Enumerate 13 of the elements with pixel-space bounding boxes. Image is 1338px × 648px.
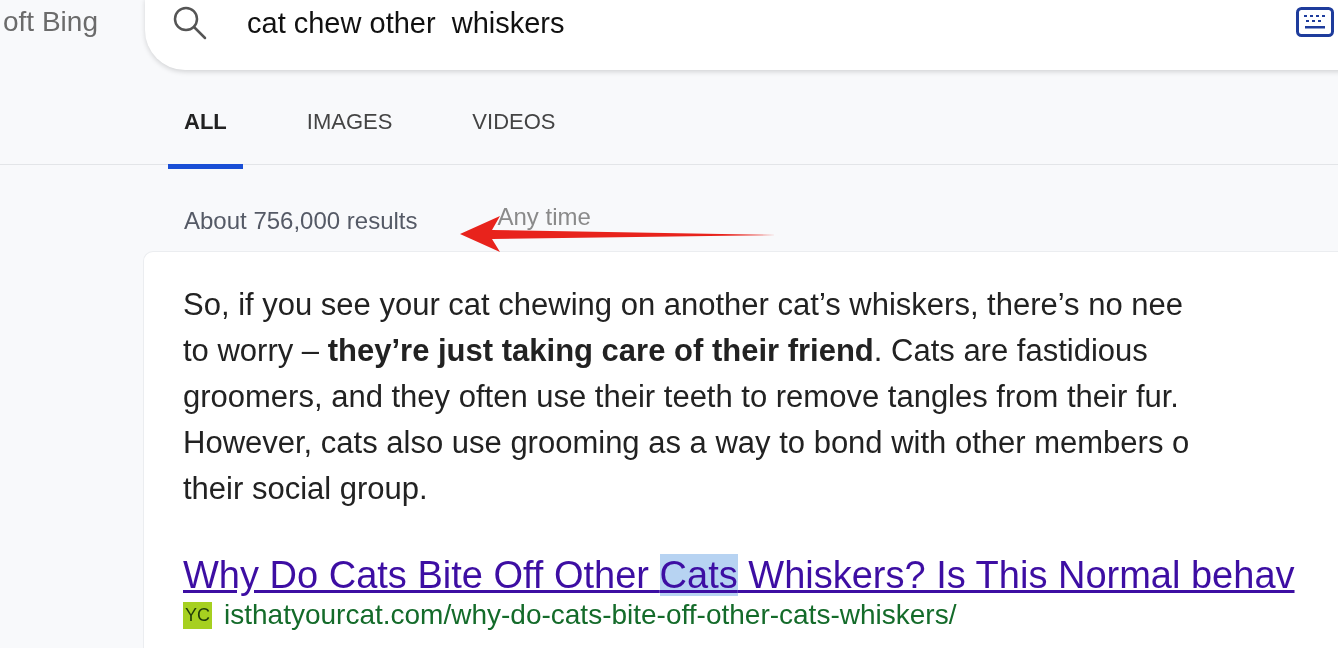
search-field[interactable]: cat chew other whiskers [145, 0, 1338, 70]
results-count: About 756,000 results [184, 207, 418, 235]
logo-text[interactable]: oft Bing [0, 6, 145, 38]
favicon: YC [183, 601, 212, 629]
search-icon[interactable] [171, 4, 209, 42]
search-query: cat chew other whiskers [247, 6, 566, 40]
nav-tab[interactable]: ALL [168, 102, 243, 169]
result-title-link[interactable]: Why Do Cats Bite Off Other Cats Whiskers? Is This Normal behav [183, 554, 1338, 597]
nav-tab[interactable]: IMAGES [290, 102, 409, 169]
nav-tab[interactable]: VIDEOS [456, 102, 572, 169]
keyboard-icon[interactable] [1296, 7, 1334, 37]
answer-text: So, if you see your cat chewing on another cat’s whiskers, there’s no nee to worry – they’re just taking care of their friend. Cats are fastidious groomers, and they often use their teeth to remove tangles from their fur. However, cats also use grooming as a way to bond with other members o their social group. [183, 286, 1191, 508]
result-url: isthatyourcat.com/why-do-cats-bite-off-other-cats-whiskers/ [224, 599, 957, 631]
